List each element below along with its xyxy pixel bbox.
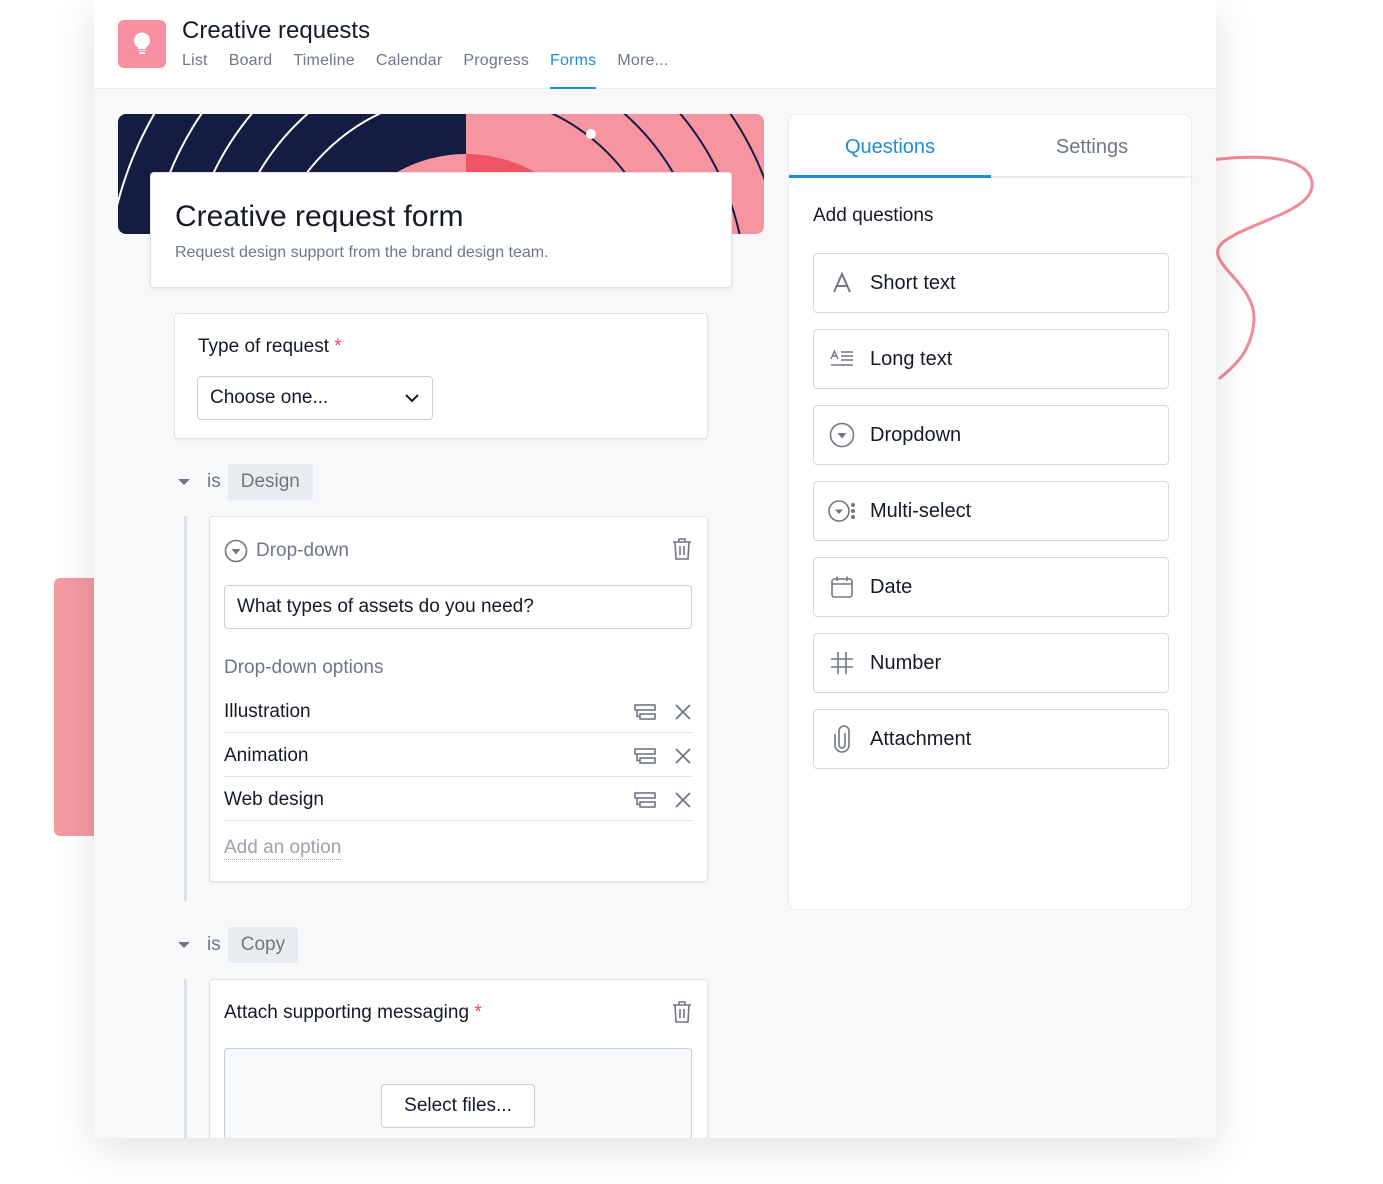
tab-more[interactable]: More...: [617, 52, 668, 89]
trash-icon[interactable]: [671, 1000, 693, 1024]
short-text-icon: [833, 272, 851, 293]
question-type-label: Short text: [870, 271, 956, 294]
list-item[interactable]: Animation: [224, 733, 692, 777]
branch-is-label: is: [207, 934, 221, 955]
dropdown-options-title: Drop-down options: [224, 657, 384, 678]
question-type-label: Number: [870, 651, 942, 674]
attachment-question-label: Attach supporting messaging: [224, 1002, 470, 1023]
close-icon[interactable]: [674, 703, 692, 721]
project-title: Creative requests: [182, 17, 371, 44]
dropdown-icon: [829, 422, 855, 448]
question-label: Type of request *: [198, 336, 342, 358]
branch-tag-copy: Copy: [227, 927, 299, 963]
project-header: Creative requests List Board Timeline Ca…: [94, 0, 1216, 89]
required-mark: *: [334, 336, 342, 357]
tab-settings[interactable]: Settings: [991, 115, 1193, 178]
branch-icon[interactable]: [634, 747, 656, 765]
question-label: Attach supporting messaging *: [224, 1002, 482, 1024]
tab-questions[interactable]: Questions: [789, 115, 991, 178]
form-title[interactable]: Creative request form: [175, 200, 463, 234]
question-type-label: Multi-select: [870, 499, 972, 522]
multi-select-icon: [828, 500, 855, 522]
close-icon[interactable]: [674, 791, 692, 809]
required-mark: *: [474, 1002, 482, 1023]
tab-list[interactable]: List: [182, 52, 208, 89]
attachment-question-card[interactable]: Attach supporting messaging * Select fil…: [209, 979, 708, 1138]
add-option-link[interactable]: Add an option: [224, 837, 342, 860]
option-label[interactable]: Animation: [224, 745, 309, 767]
field-type-text: Drop-down: [256, 540, 349, 561]
lightbulb-icon: [134, 32, 150, 54]
list-item[interactable]: Web design: [224, 777, 692, 821]
branch-icon[interactable]: [634, 703, 656, 721]
close-icon[interactable]: [674, 747, 692, 765]
option-label[interactable]: Illustration: [224, 701, 311, 723]
app-window: Creative requests List Board Timeline Ca…: [94, 0, 1216, 1138]
branch-is-label: is: [207, 471, 221, 492]
dropdown-question-card[interactable]: Drop-down What types of assets do you ne…: [209, 516, 708, 882]
project-tabs: List Board Timeline Calendar Progress Fo…: [182, 52, 690, 89]
branch-connector-line: [184, 979, 187, 1138]
question-type-label: Date: [870, 575, 913, 598]
tab-timeline[interactable]: Timeline: [293, 52, 354, 89]
question-title-input[interactable]: What types of assets do you need?: [224, 585, 692, 629]
form-header-card: Creative request form Request design sup…: [150, 172, 732, 288]
tab-board[interactable]: Board: [229, 52, 273, 89]
questions-panel: Questions Settings Add questions Short t…: [788, 114, 1193, 910]
long-text-icon: [830, 349, 853, 366]
chevron-down-icon: [405, 394, 419, 403]
question-type-label: Dropdown: [870, 423, 962, 446]
form-description[interactable]: Request design support from the brand de…: [175, 244, 549, 262]
number-icon: [831, 652, 853, 674]
add-attachment-button[interactable]: Attachment: [813, 709, 1169, 769]
type-of-request-label: Type of request: [198, 336, 329, 357]
question-type-label: Attachment: [870, 727, 972, 750]
add-long-text-button[interactable]: Long text: [813, 329, 1169, 389]
field-type-label: Drop-down: [224, 539, 349, 563]
tab-calendar[interactable]: Calendar: [376, 52, 443, 89]
branch-design-row: is Design: [178, 464, 313, 500]
type-of-request-card[interactable]: Type of request * Choose one...: [174, 313, 708, 439]
add-number-button[interactable]: Number: [813, 633, 1169, 693]
decorative-squiggle: [1196, 155, 1314, 380]
add-dropdown-button[interactable]: Dropdown: [813, 405, 1169, 465]
branch-tag-design: Design: [227, 464, 313, 500]
branch-icon[interactable]: [634, 791, 656, 809]
trash-icon[interactable]: [671, 537, 693, 561]
option-label[interactable]: Web design: [224, 789, 324, 811]
add-date-button[interactable]: Date: [813, 557, 1169, 617]
tab-progress[interactable]: Progress: [463, 52, 529, 89]
add-multi-select-button[interactable]: Multi-select: [813, 481, 1169, 541]
project-icon[interactable]: [118, 20, 166, 68]
question-type-label: Long text: [870, 347, 953, 370]
add-short-text-button[interactable]: Short text: [813, 253, 1169, 313]
collapse-caret-icon[interactable]: [178, 942, 190, 948]
add-questions-heading: Add questions: [813, 205, 934, 226]
calendar-icon: [831, 576, 853, 598]
select-value: Choose one...: [210, 387, 329, 408]
file-dropzone[interactable]: Select files...: [224, 1048, 692, 1138]
list-item[interactable]: Illustration: [224, 689, 692, 733]
select-files-button[interactable]: Select files...: [381, 1084, 535, 1128]
panel-tabs: Questions Settings: [789, 115, 1193, 178]
type-of-request-select[interactable]: Choose one...: [197, 376, 433, 420]
branch-copy-row: is Copy: [178, 927, 299, 963]
paperclip-icon: [834, 725, 850, 753]
branch-connector-line: [184, 516, 187, 902]
collapse-caret-icon[interactable]: [178, 479, 190, 485]
dropdown-icon: [224, 539, 248, 563]
tab-forms[interactable]: Forms: [550, 52, 597, 89]
